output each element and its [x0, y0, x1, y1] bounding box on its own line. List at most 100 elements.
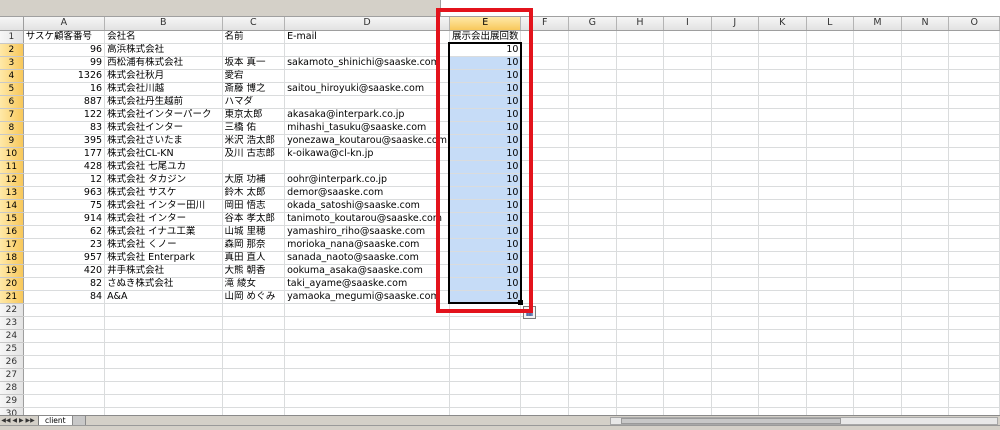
cell-l7[interactable] [806, 108, 855, 122]
cell-h22[interactable] [616, 303, 665, 317]
column-header-n[interactable]: N [901, 17, 950, 31]
cell-j30[interactable] [711, 407, 759, 415]
cell-e8[interactable]: 10 [449, 121, 522, 135]
column-header-f[interactable]: F [520, 17, 569, 31]
cell-n19[interactable] [901, 264, 950, 278]
cell-a9[interactable]: 395 [23, 134, 106, 148]
cell-e7[interactable]: 10 [449, 108, 522, 122]
cell-d16[interactable]: yamashiro_riho@saaske.com [284, 225, 450, 239]
column-header-d[interactable]: D [284, 17, 450, 31]
cell-m28[interactable] [853, 381, 902, 395]
cell-b9[interactable]: 株式会社さいたま [104, 134, 223, 148]
cell-h20[interactable] [616, 277, 665, 291]
cell-c17[interactable]: 森岡 那奈 [222, 238, 286, 252]
cell-l22[interactable] [806, 303, 855, 317]
cell-c4[interactable]: 愛宕 [222, 69, 286, 83]
row-header[interactable]: 21 [0, 290, 24, 304]
cell-c1[interactable]: 名前 [222, 30, 286, 44]
cell-f16[interactable] [520, 225, 569, 239]
cell-h18[interactable] [616, 251, 665, 265]
cell-h11[interactable] [616, 160, 665, 174]
cell-i21[interactable] [663, 290, 712, 304]
cell-b3[interactable]: 西松浦有株式会社 [104, 56, 223, 70]
cell-j10[interactable] [711, 147, 759, 161]
cell-n26[interactable] [901, 355, 950, 369]
cell-l11[interactable] [806, 160, 855, 174]
cell-h29[interactable] [616, 394, 665, 408]
cell-j24[interactable] [711, 329, 759, 343]
cell-g19[interactable] [568, 264, 617, 278]
cell-n10[interactable] [901, 147, 950, 161]
cell-a4[interactable]: 1326 [23, 69, 106, 83]
cell-b11[interactable]: 株式会社 七尾ユカ [104, 160, 223, 174]
cell-m1[interactable] [853, 30, 902, 44]
cell-j8[interactable] [711, 121, 759, 135]
cell-j28[interactable] [711, 381, 759, 395]
cell-j11[interactable] [711, 160, 759, 174]
cell-n23[interactable] [901, 316, 950, 330]
cell-e14[interactable]: 10 [449, 199, 522, 213]
cell-h1[interactable] [616, 30, 665, 44]
cell-g12[interactable] [568, 173, 617, 187]
cell-k7[interactable] [758, 108, 807, 122]
cell-d24[interactable] [284, 329, 450, 343]
auto-fill-options-icon[interactable]: ▦ [522, 306, 536, 319]
cell-i19[interactable] [663, 264, 712, 278]
cell-b25[interactable] [104, 342, 223, 356]
cell-n17[interactable] [901, 238, 950, 252]
cell-j15[interactable] [711, 212, 759, 226]
cell-o25[interactable] [948, 342, 1000, 356]
row-header[interactable]: 18 [0, 251, 24, 265]
cell-m29[interactable] [853, 394, 902, 408]
cell-o23[interactable] [948, 316, 1000, 330]
cell-o26[interactable] [948, 355, 1000, 369]
cell-e18[interactable]: 10 [449, 251, 522, 265]
cell-n8[interactable] [901, 121, 950, 135]
cell-d18[interactable]: sanada_naoto@saaske.com [284, 251, 450, 265]
cell-l14[interactable] [806, 199, 855, 213]
cell-l19[interactable] [806, 264, 855, 278]
cell-d14[interactable]: okada_satoshi@saaske.com [284, 199, 450, 213]
cell-a26[interactable] [23, 355, 106, 369]
cell-i12[interactable] [663, 173, 712, 187]
row-header[interactable]: 20 [0, 277, 24, 291]
cell-h9[interactable] [616, 134, 665, 148]
cell-l13[interactable] [806, 186, 855, 200]
cell-k29[interactable] [758, 394, 807, 408]
cell-k20[interactable] [758, 277, 807, 291]
cell-a2[interactable]: 96 [23, 43, 106, 57]
cell-k13[interactable] [758, 186, 807, 200]
row-header[interactable]: 7 [0, 108, 24, 122]
cell-i14[interactable] [663, 199, 712, 213]
cell-n20[interactable] [901, 277, 950, 291]
cell-b5[interactable]: 株式会社川越 [104, 82, 223, 96]
cell-a6[interactable]: 887 [23, 95, 106, 109]
cell-i7[interactable] [663, 108, 712, 122]
cell-a22[interactable] [23, 303, 106, 317]
cell-n1[interactable] [901, 30, 950, 44]
cell-b17[interactable]: 株式会社 くノー [104, 238, 223, 252]
cell-e17[interactable]: 10 [449, 238, 522, 252]
cell-e4[interactable]: 10 [449, 69, 522, 83]
cell-c16[interactable]: 山城 里穂 [222, 225, 286, 239]
cell-g15[interactable] [568, 212, 617, 226]
cell-k14[interactable] [758, 199, 807, 213]
cell-l25[interactable] [806, 342, 855, 356]
cell-d28[interactable] [284, 381, 450, 395]
cell-k21[interactable] [758, 290, 807, 304]
cell-o20[interactable] [948, 277, 1000, 291]
cell-e5[interactable]: 10 [449, 82, 522, 96]
row-header[interactable]: 17 [0, 238, 24, 252]
cell-a21[interactable]: 84 [23, 290, 106, 304]
cell-b30[interactable] [104, 407, 223, 415]
cell-i28[interactable] [663, 381, 712, 395]
cell-k8[interactable] [758, 121, 807, 135]
cell-e2[interactable]: 10 [449, 43, 522, 57]
cell-e12[interactable]: 10 [449, 173, 522, 187]
cell-c30[interactable] [222, 407, 286, 415]
cell-g16[interactable] [568, 225, 617, 239]
cell-f3[interactable] [520, 56, 569, 70]
row-header[interactable]: 8 [0, 121, 24, 135]
cell-b15[interactable]: 株式会社 インター [104, 212, 223, 226]
cell-d10[interactable]: k-oikawa@cl-kn.jp [284, 147, 450, 161]
